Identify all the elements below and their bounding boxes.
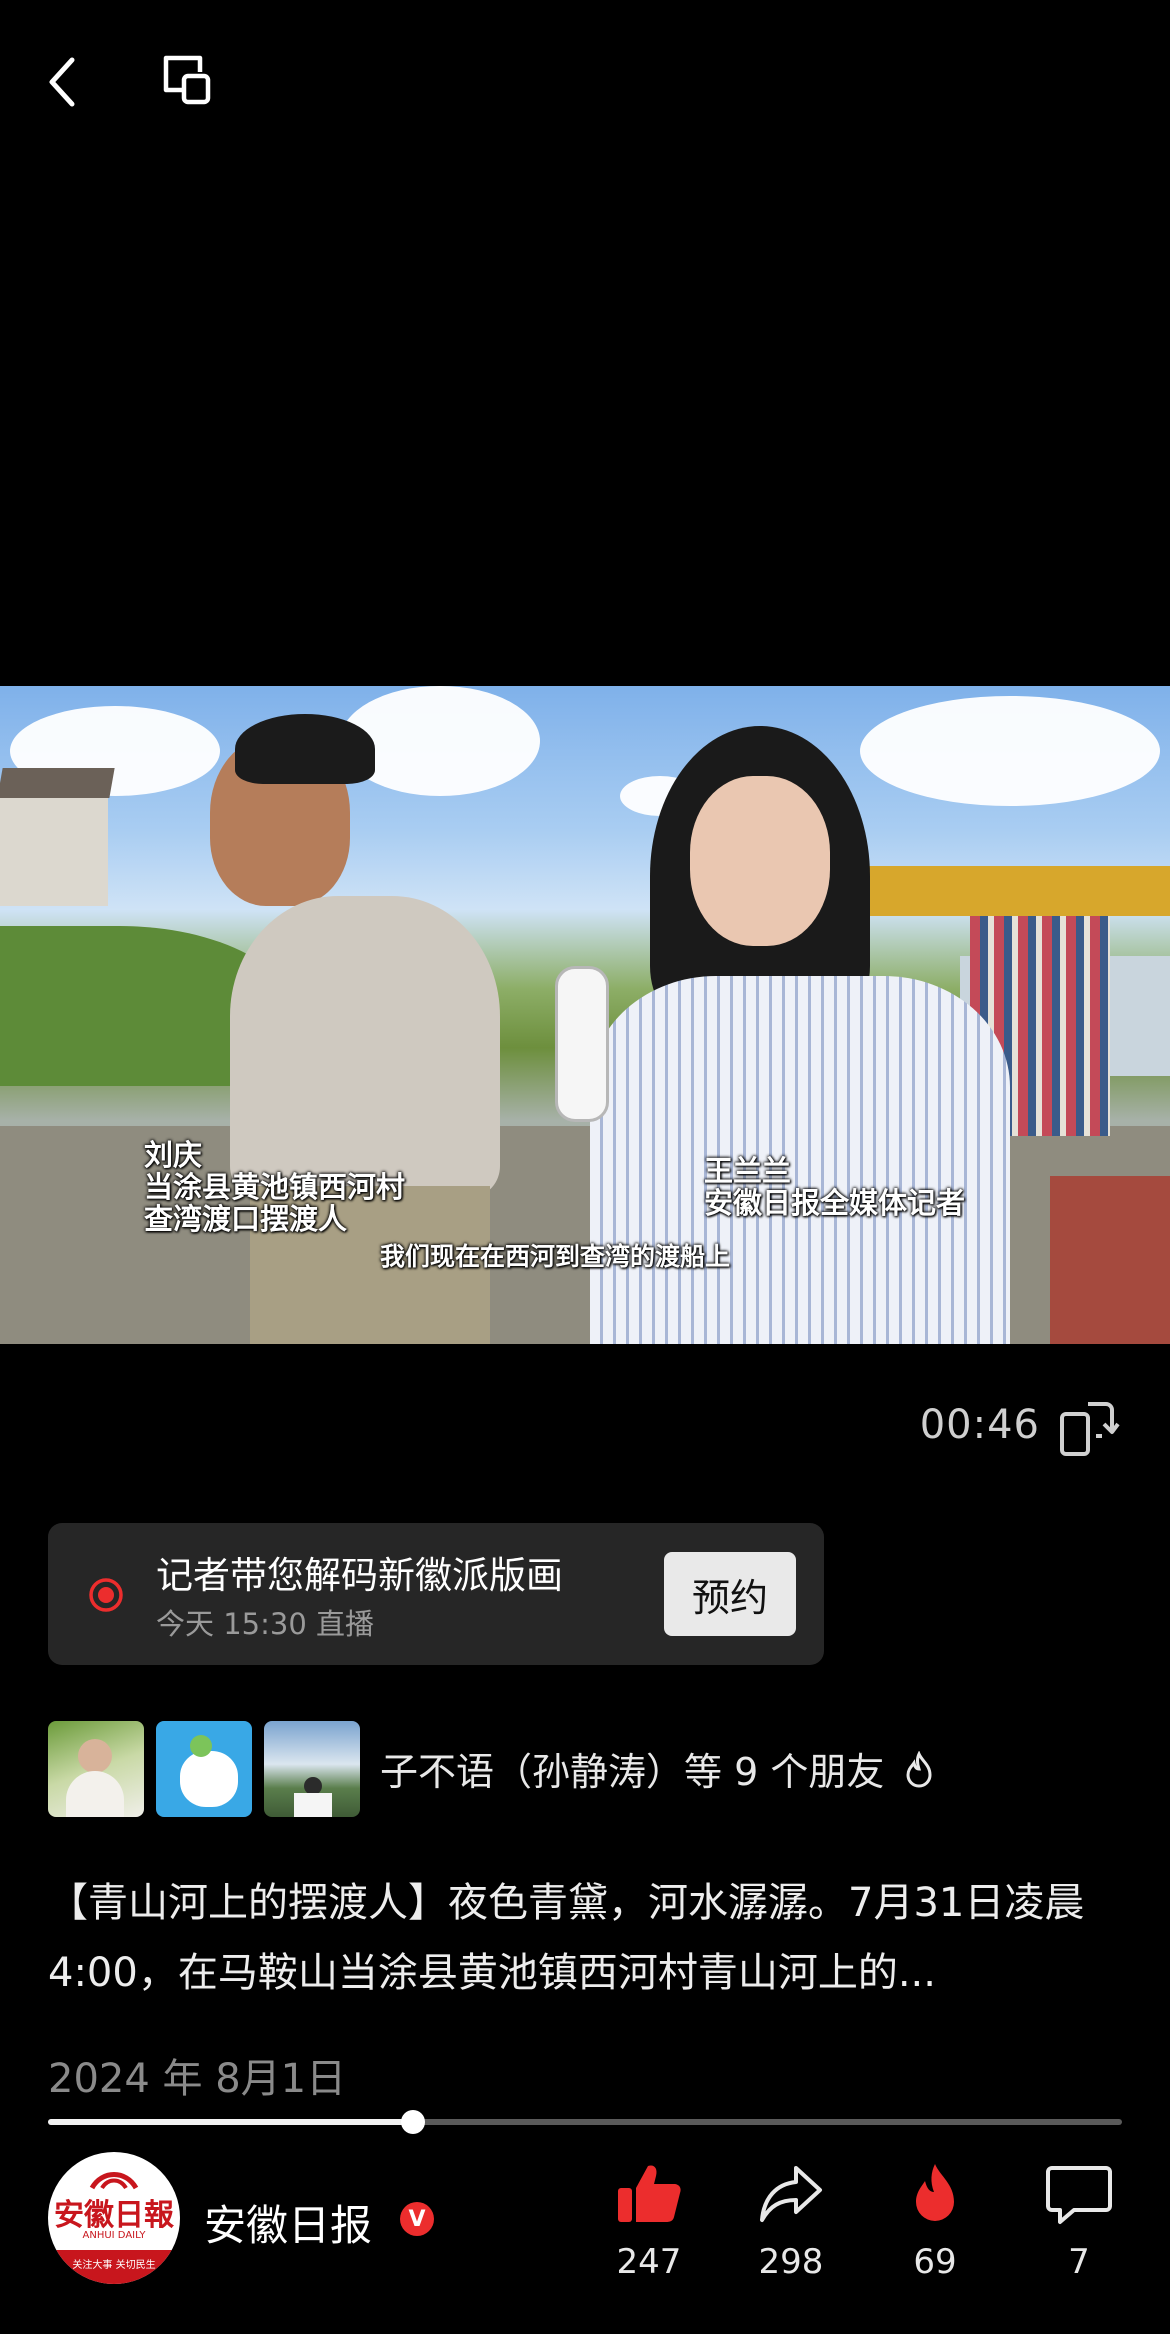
friends-liked-text: 子不语（孙静涛）等 9 个朋友 [380,1741,936,1796]
picture-in-picture-icon [163,55,211,105]
back-button[interactable] [40,52,90,112]
caption-left-name: 刘庆 [144,1138,203,1172]
rotate-screen-icon [1060,1402,1120,1456]
friend-avatar-3[interactable] [264,1721,360,1817]
progress-handle[interactable] [401,2110,425,2134]
picture-in-picture-button[interactable] [160,52,224,112]
like-button[interactable]: 247 [594,2162,704,2282]
live-reservation-card[interactable]: 记者带您解码新徽派版画 今天 15:30 直播 预约 [48,1523,824,1665]
share-arrow-icon [760,2166,822,2222]
friend-avatar-1[interactable] [48,1721,144,1817]
friend-avatar-2[interactable] [156,1721,252,1817]
comment-count: 7 [1068,2242,1090,2282]
live-title: 记者带您解码新徽派版画 [156,1554,563,1597]
video-player[interactable]: 刘庆 当涂县黄池镇西河村 查湾渡口摆渡人 王兰兰 安徽日报全媒体记者 我们现在在… [0,686,1170,1344]
progress-fill [48,2119,413,2125]
post-description[interactable]: 【青山河上的摆渡人】夜色青黛，河水潺潺。7月31日凌晨 4:00，在马鞍山当涂县… [48,1868,1128,2008]
account-name[interactable]: 安徽日报 [204,2192,372,2253]
comment-bubble-icon [1046,2166,1112,2224]
comment-button[interactable]: 7 [1024,2162,1134,2282]
post-date: 2024 年 8月1日 [48,2056,347,2102]
verified-badge: V [400,2202,434,2236]
live-time: 今天 15:30 直播 [156,1607,375,1641]
logo-text: 安徽日報 [54,2198,174,2233]
share-count: 298 [758,2242,824,2282]
flame-outline-icon [906,1750,932,1788]
rotate-screen-button[interactable] [1058,1396,1120,1458]
like-count: 247 [616,2242,682,2282]
caption-right-name: 王兰兰 [704,1154,792,1188]
thumbs-up-icon [618,2165,681,2222]
video-time: 00:46 [919,1402,1040,1448]
caption-left-line1: 当涂县黄池镇西河村 [144,1170,406,1204]
flame-icon [916,2164,954,2221]
caption-left-line2: 查湾渡口摆渡人 [144,1202,348,1236]
reserve-button[interactable]: 预约 [664,1552,796,1636]
logo-subtext: ANHUI DAILY [82,2230,146,2241]
caption-right-role: 安徽日报全媒体记者 [704,1186,966,1220]
chevron-left-icon [49,57,75,107]
live-indicator-icon [89,1578,123,1612]
video-subtitle: 我们现在在西河到查湾的渡船上 [380,1242,731,1271]
hot-count: 69 [913,2242,957,2282]
logo-slogan: 关注大事 关切民生 [72,2260,156,2271]
logo-emblem-icon [89,2172,139,2190]
share-button[interactable]: 298 [736,2162,846,2282]
hot-button[interactable]: 69 [880,2162,990,2282]
account-avatar[interactable]: 安徽日報 ANHUI DAILY 关注大事 关切民生 [48,2152,180,2284]
